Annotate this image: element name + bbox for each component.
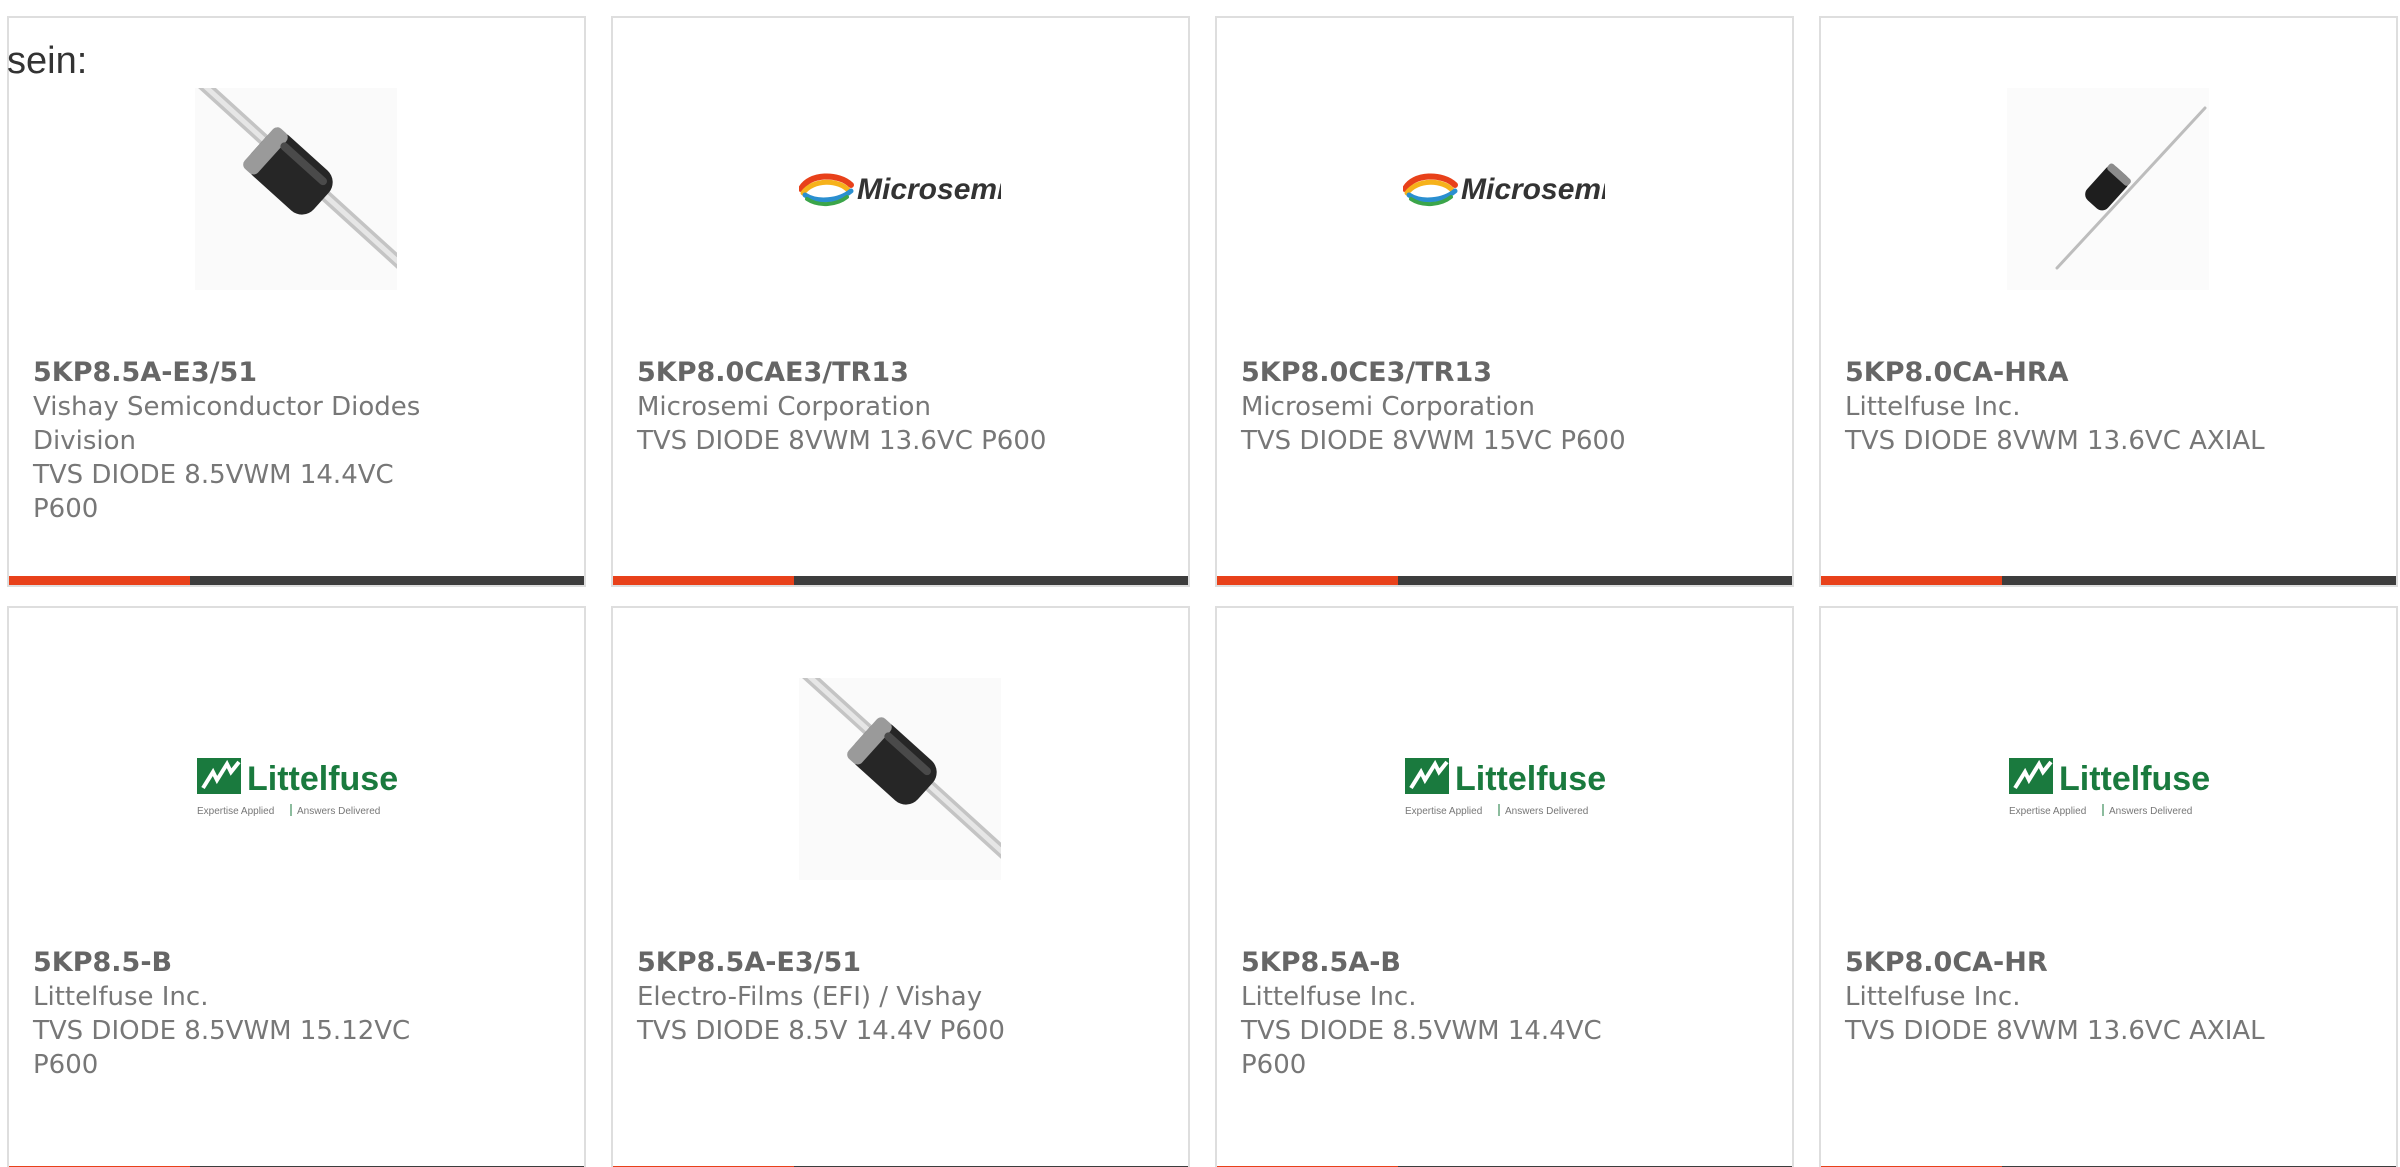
littelfuse-logo-text: Littelfuse	[2059, 760, 2209, 798]
product-info: 5KP8.0CE3/TR13 Microsemi Corporation TVS…	[1241, 356, 1671, 458]
part-number-link[interactable]: 5KP8.5A-E3/51	[637, 946, 1067, 980]
microsemi-logo-text: Microsemi	[857, 173, 1001, 206]
card-accent-bar	[1821, 576, 2002, 585]
product-info: 5KP8.5A-E3/51 Electro-Films (EFI) / Vish…	[637, 946, 1067, 1048]
product-image: Microsemi	[1403, 88, 1605, 290]
littelfuse-logo-text: Littelfuse	[247, 760, 397, 798]
description: TVS DIODE 8VWM 15VC P600	[1241, 426, 1626, 456]
product-image	[2007, 88, 2209, 290]
manufacturer: Vishay Semiconductor Diodes Division	[33, 392, 421, 456]
description: TVS DIODE 8.5VWM 14.4VC P600	[33, 460, 394, 524]
manufacturer: Littelfuse Inc.	[1845, 982, 2021, 1012]
diode-image	[799, 678, 1001, 880]
product-info: 5KP8.0CA-HRA Littelfuse Inc. TVS DIODE 8…	[1845, 356, 2275, 458]
section-heading: sein:	[7, 40, 88, 82]
manufacturer: Electro-Films (EFI) / Vishay	[637, 982, 983, 1012]
littelfuse-tagline-right: Answers Delivered	[2109, 806, 2192, 817]
littelfuse-logo: Littelfuse Expertise Applied Answers Del…	[2009, 758, 2209, 817]
littelfuse-logo: Littelfuse Expertise Applied Answers Del…	[197, 758, 397, 817]
description: TVS DIODE 8VWM 13.6VC AXIAL	[1845, 1016, 2265, 1046]
part-number-link[interactable]: 5KP8.5-B	[33, 946, 433, 980]
product-info: 5KP8.0CAE3/TR13 Microsemi Corporation TV…	[637, 356, 1067, 458]
littelfuse-tagline-left: Expertise Applied	[2009, 806, 2086, 817]
littelfuse-tagline-right: Answers Delivered	[1505, 806, 1588, 817]
littelfuse-tagline-right: Answers Delivered	[297, 806, 380, 817]
product-info: 5KP8.5A-B Littelfuse Inc. TVS DIODE 8.5V…	[1241, 946, 1671, 1082]
product-card[interactable]: Littelfuse Expertise Applied Answers Del…	[1819, 606, 2398, 1167]
littelfuse-logo: Littelfuse Expertise Applied Answers Del…	[1405, 758, 1605, 817]
product-image: Littelfuse Expertise Applied Answers Del…	[2007, 678, 2209, 880]
card-accent-bar	[1217, 576, 1398, 585]
description: TVS DIODE 8.5V 14.4V P600	[637, 1016, 1005, 1046]
card-accent-bar	[9, 576, 190, 585]
product-info: 5KP8.5A-E3/51 Vishay Semiconductor Diode…	[33, 356, 463, 526]
card-bottom-bar	[1217, 576, 1792, 585]
part-number-link[interactable]: 5KP8.5A-B	[1241, 946, 1671, 980]
product-card[interactable]: Microsemi 5KP8.0CE3/TR13 Microsemi Corpo…	[1215, 16, 1794, 587]
manufacturer: Microsemi Corporation	[1241, 392, 1535, 422]
microsemi-logo: Microsemi	[799, 173, 1001, 206]
card-bottom-bar	[1821, 576, 2396, 585]
part-number-link[interactable]: 5KP8.0CA-HRA	[1845, 356, 2275, 390]
littelfuse-tagline-left: Expertise Applied	[1405, 806, 1482, 817]
littelfuse-tagline-left: Expertise Applied	[197, 806, 274, 817]
product-info: 5KP8.5-B Littelfuse Inc. TVS DIODE 8.5VW…	[33, 946, 433, 1082]
littelfuse-logo-text: Littelfuse	[1455, 760, 1605, 798]
product-card[interactable]: 5KP8.5A-E3/51 Vishay Semiconductor Diode…	[7, 16, 586, 587]
manufacturer: Littelfuse Inc.	[1845, 392, 2021, 422]
card-bottom-bar	[9, 576, 584, 585]
manufacturer: Littelfuse Inc.	[33, 982, 209, 1012]
description: TVS DIODE 8VWM 13.6VC P600	[637, 426, 1047, 456]
description: TVS DIODE 8.5VWM 14.4VC P600	[1241, 1016, 1602, 1080]
microsemi-logo-text: Microsemi	[1461, 173, 1605, 206]
manufacturer: Littelfuse Inc.	[1241, 982, 1417, 1012]
part-number-link[interactable]: 5KP8.0CA-HR	[1845, 946, 2275, 980]
product-image: Littelfuse Expertise Applied Answers Del…	[195, 678, 397, 880]
description: TVS DIODE 8VWM 13.6VC AXIAL	[1845, 426, 2265, 456]
product-grid: 5KP8.5A-E3/51 Vishay Semiconductor Diode…	[7, 16, 2398, 1167]
diode-image	[195, 88, 397, 290]
product-card[interactable]: Microsemi 5KP8.0CAE3/TR13 Microsemi Corp…	[611, 16, 1190, 587]
product-card[interactable]: Littelfuse Expertise Applied Answers Del…	[1215, 606, 1794, 1167]
part-number-link[interactable]: 5KP8.0CAE3/TR13	[637, 356, 1067, 390]
part-number-link[interactable]: 5KP8.0CE3/TR13	[1241, 356, 1671, 390]
product-image	[195, 88, 397, 290]
product-card[interactable]: 5KP8.5A-E3/51 Electro-Films (EFI) / Vish…	[611, 606, 1190, 1167]
product-card[interactable]: 5KP8.0CA-HRA Littelfuse Inc. TVS DIODE 8…	[1819, 16, 2398, 587]
product-image: Microsemi	[799, 88, 1001, 290]
product-card[interactable]: Littelfuse Expertise Applied Answers Del…	[7, 606, 586, 1167]
description: TVS DIODE 8.5VWM 15.12VC P600	[33, 1016, 411, 1080]
microsemi-logo: Microsemi	[1403, 173, 1605, 206]
part-number-link[interactable]: 5KP8.5A-E3/51	[33, 356, 463, 390]
manufacturer: Microsemi Corporation	[637, 392, 931, 422]
card-accent-bar	[613, 576, 794, 585]
product-info: 5KP8.0CA-HR Littelfuse Inc. TVS DIODE 8V…	[1845, 946, 2275, 1048]
product-image	[799, 678, 1001, 880]
card-bottom-bar	[613, 576, 1188, 585]
small-diode-image	[2007, 88, 2209, 290]
product-image: Littelfuse Expertise Applied Answers Del…	[1403, 678, 1605, 880]
